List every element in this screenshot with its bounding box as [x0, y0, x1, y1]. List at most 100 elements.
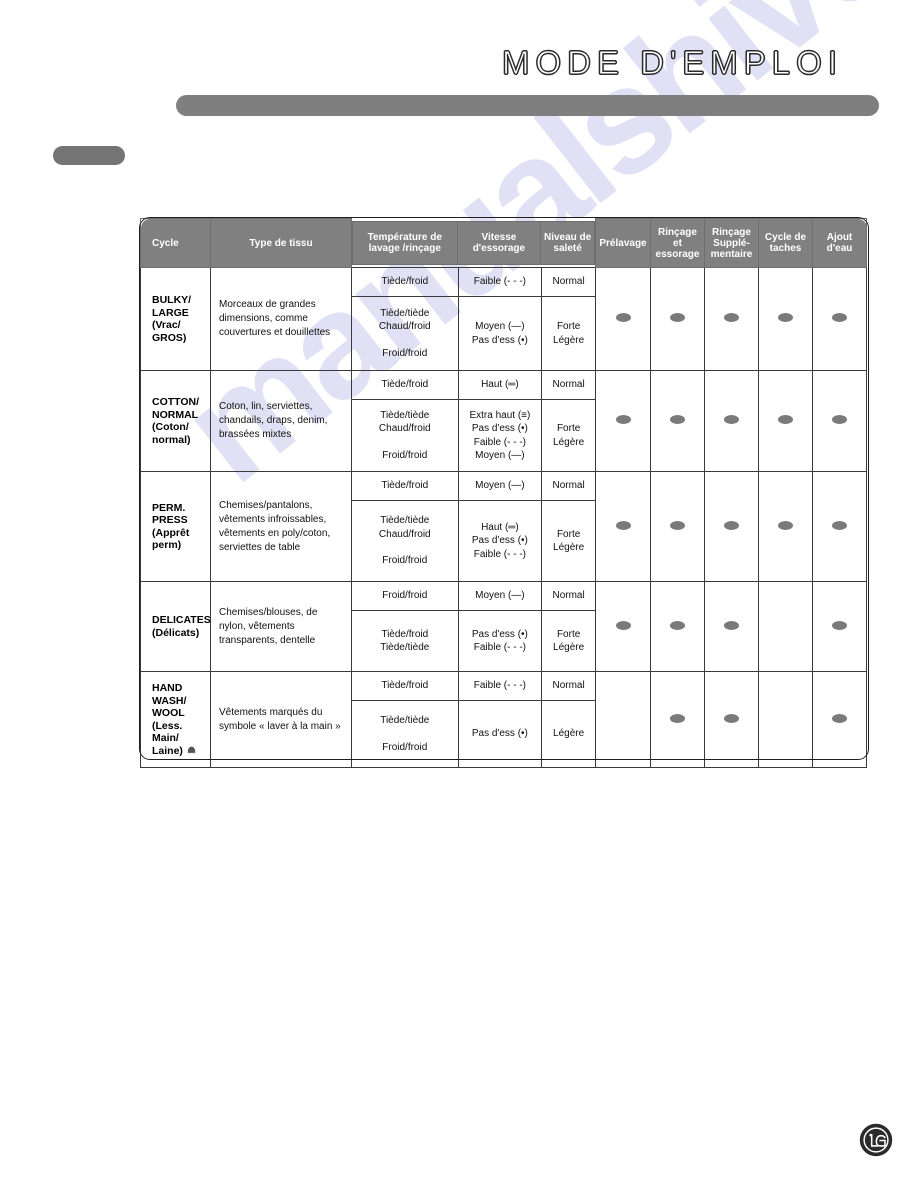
- cycle-name-cell: HAND WASH/WOOL (Less. Main/Laine): [140, 671, 211, 768]
- wash-settings-cell: Tiède/froid Faible (- - -) Normal Tiède/tiè…: [351, 267, 596, 371]
- option-water-plus-cell: [812, 581, 867, 672]
- setting-line: Froid/froid: [382, 555, 428, 567]
- col-header-temp-line1: Température de: [367, 231, 442, 243]
- setting-line: Moyen (—): [475, 590, 525, 602]
- setting-line: [354, 541, 456, 554]
- cycle-name-line: WOOL: [152, 707, 185, 719]
- fabric-type-cell: Coton, lin, serviettes, chandails, draps…: [210, 370, 352, 472]
- option-stain-cycle-cell: [758, 671, 813, 768]
- setting-line: [354, 728, 456, 741]
- col-header-water-plus: Ajout d'eau: [812, 218, 867, 268]
- col-header-rinse-line1: Rinçage et: [658, 226, 697, 249]
- temp-cell-options: Tiède/tiède Chaud/froid Froid/froid: [352, 400, 458, 471]
- option-stain-cycle-cell: [758, 581, 813, 672]
- spin-cell-top: Faible (- - -): [457, 672, 542, 700]
- cycle-name-line: (Coton/: [152, 421, 189, 433]
- option-available-dot: [778, 415, 793, 424]
- setting-line: Pas d'ess (•): [471, 334, 528, 346]
- option-water-plus-cell: [812, 671, 867, 768]
- lg-logo: [859, 1123, 893, 1157]
- option-available-dot: [832, 713, 847, 723]
- table-row: DELICATES (Délicats) Chemises/blouses, de …: [140, 581, 867, 672]
- option-available-dot: [615, 313, 631, 322]
- option-available-dot: [724, 520, 739, 530]
- col-header-cycle: Cycle: [140, 218, 211, 268]
- temp-cell-top: Tiède/froid: [352, 268, 458, 296]
- spin-cell-top: Moyen (—): [457, 582, 542, 610]
- wash-settings-cell: Tiède/froid Faible (- - -) Normal Tiède/tiè…: [351, 671, 596, 768]
- setting-line: Chaud/froid: [378, 528, 431, 540]
- soil-cell-options: Forte Légère: [541, 400, 595, 471]
- setting-line: Tiède/froid: [381, 680, 429, 692]
- setting-line: Haut (═): [481, 379, 519, 391]
- setting-line: Extra haut (≡): [469, 409, 531, 421]
- col-header-stain-cycle: Cycle de taches: [758, 218, 813, 268]
- setting-line: Pas d'ess (•): [471, 728, 528, 740]
- temp-cell-top: Tiède/froid: [352, 672, 458, 700]
- col-header-rinse-line2: essorage: [655, 248, 700, 260]
- soil-cell-options: Forte Légère: [541, 297, 595, 370]
- col-header-extrarinse-line1: Rinçage: [712, 226, 751, 238]
- soil-cell-options: Légère: [541, 701, 595, 767]
- setting-line: [354, 334, 456, 347]
- option-available-dot: [724, 620, 739, 630]
- temp-cell-top: Tiède/froid: [352, 371, 458, 399]
- option-prewash-cell: [595, 267, 651, 371]
- option-water-plus-cell: [812, 471, 867, 582]
- wash-settings-cell: Tiède/froid Haut (═) Normal Tiède/tiède Chau…: [351, 370, 596, 472]
- setting-line: Froid/froid: [382, 347, 428, 359]
- setting-line: Tiède/froid: [381, 480, 429, 492]
- setting-line: Légère: [553, 542, 585, 553]
- table-row: PERM. PRESS (Apprêt perm) Chemises/pantalons…: [140, 471, 867, 582]
- option-stain-cycle-cell: [758, 267, 813, 371]
- table-row: BULKY/LARGE (Vrac/GROS) Morceaux de grande…: [140, 267, 867, 371]
- setting-line: Tiède/tiède: [380, 307, 430, 319]
- setting-line: Tiède/tiède: [380, 715, 430, 726]
- col-header-extra-rinse: Rinçage Supplé- mentaire: [704, 218, 759, 268]
- option-prewash-cell: [595, 370, 651, 472]
- soil-cell-top: Normal: [541, 371, 595, 399]
- option-available-dot: [670, 313, 685, 322]
- soil-cell-options: Forte Légère: [541, 611, 595, 671]
- table-body: BULKY/LARGE (Vrac/GROS) Morceaux de grande…: [140, 267, 867, 768]
- setting-line: Normal: [552, 480, 585, 492]
- table-row: COTTON/NORMAL (Coton/normal) Coton, lin, s…: [140, 370, 867, 472]
- setting-line: Chaud/froid: [378, 423, 431, 435]
- col-header-spin-line2: d'essorage: [472, 242, 526, 254]
- setting-line: Forte: [556, 423, 581, 434]
- cycle-name-line: perm): [152, 539, 182, 551]
- temp-cell-options: Tiède/tiède Chaud/froid Froid/froid: [352, 297, 458, 370]
- temp-cell-options: Tiède/tiède Chaud/froid Froid/froid: [352, 501, 458, 581]
- setting-line: Faible (- - -): [473, 436, 526, 448]
- wash-settings-cell: Tiède/froid Moyen (—) Normal Tiède/tiède Cha…: [351, 471, 596, 582]
- option-extra-rinse-cell: [704, 581, 759, 672]
- settings-row-options: Tiède/froid Tiède/tiède Pas d'ess (•) Faibl…: [352, 611, 595, 671]
- option-available-dot: [615, 415, 631, 424]
- settings-row-normal: Tiède/froid Faible (- - -) Normal: [352, 268, 595, 297]
- col-header-fabric: Type de tissu: [210, 218, 352, 268]
- option-available-dot: [724, 415, 739, 424]
- setting-line: Faible (- - -): [473, 680, 526, 692]
- col-header-rinse-spin: Rinçage et essorage: [650, 218, 705, 268]
- setting-line: Pas d'ess (•): [471, 628, 528, 640]
- section-tab-pill: [53, 146, 125, 165]
- option-available-dot: [724, 313, 739, 322]
- option-rinse-spin-cell: [650, 370, 705, 472]
- cycle-name-line: (Délicats): [152, 626, 200, 639]
- setting-line: Pas d'ess (•): [471, 423, 528, 434]
- setting-line: Pas d'ess (•): [471, 535, 528, 547]
- setting-line: Moyen (—): [475, 321, 525, 332]
- setting-line: Normal: [552, 680, 585, 692]
- option-available-dot: [670, 520, 685, 530]
- col-header-prewash: Prélavage: [595, 218, 651, 268]
- option-extra-rinse-cell: [704, 671, 759, 768]
- setting-line: Tiède/froid: [381, 628, 429, 640]
- spin-cell-top: Faible (- - -): [457, 268, 542, 296]
- option-available-dot: [832, 313, 847, 322]
- soil-cell-top: Normal: [541, 672, 595, 700]
- option-water-plus-cell: [812, 370, 867, 472]
- col-header-stain-line2: taches: [769, 243, 802, 254]
- setting-line: Faible (- - -): [473, 548, 526, 560]
- option-prewash-cell: [595, 581, 651, 672]
- temp-cell-options: Tiède/froid Tiède/tiède: [352, 611, 458, 671]
